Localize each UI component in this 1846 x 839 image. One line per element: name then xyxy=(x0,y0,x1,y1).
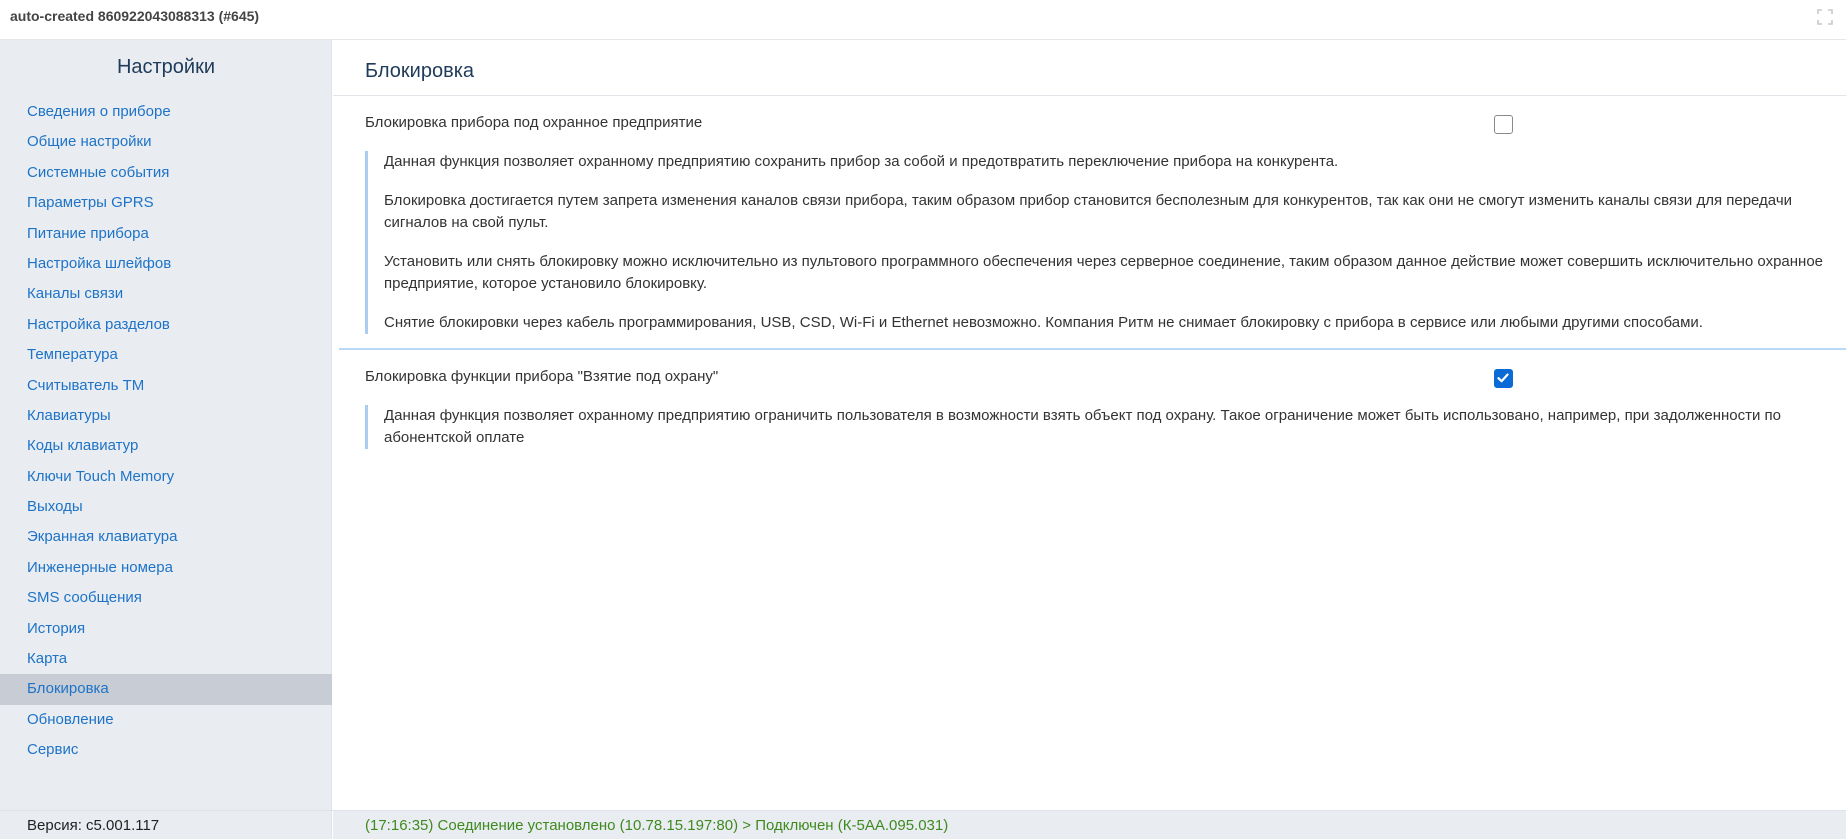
sidebar-title: Настройки xyxy=(116,56,216,78)
sidebar-item-service[interactable]: Сервис xyxy=(0,735,332,765)
device-lock-checkbox[interactable] xyxy=(1494,115,1513,134)
main-panel: Блокировка Блокировка прибора под охранн… xyxy=(333,40,1846,810)
sidebar-item-blocking[interactable]: Блокировка xyxy=(0,674,332,705)
sidebar-item-update[interactable]: Обновление xyxy=(0,705,332,735)
sidebar-item-gprs-parameters[interactable]: Параметры GPRS xyxy=(0,188,332,218)
page-title: Блокировка xyxy=(365,60,475,82)
sidebar-item-screen-keyboard[interactable]: Экранная клавиатура xyxy=(0,522,332,552)
arming-lock-description: Данная функция позволяет охранному предп… xyxy=(365,405,1846,449)
description-paragraph: Установить или снять блокировку можно ис… xyxy=(384,253,1824,292)
sidebar-item-sms-messages[interactable]: SMS сообщения xyxy=(0,583,332,613)
connection-status: (17:16:35) Соединение установлено (10.78… xyxy=(365,817,949,834)
arming-lock-checkbox[interactable] xyxy=(1494,369,1513,388)
status-bar: Версия: c5.001.117 (17:16:35) Соединение… xyxy=(0,810,1846,839)
version-text: Версия: c5.001.117 xyxy=(27,817,160,834)
description-paragraph: Данная функция позволяет охранному предп… xyxy=(384,407,1782,446)
connection-status-area: (17:16:35) Соединение установлено (10.78… xyxy=(333,811,1846,839)
sidebar-item-keyboard-codes[interactable]: Коды клавиатур xyxy=(0,431,332,461)
sidebar-item-history[interactable]: История xyxy=(0,614,332,644)
window-title: auto-created 860922043088313 (#645) xyxy=(10,8,260,24)
checkmark-icon xyxy=(1497,373,1509,383)
sidebar-item-communication-channels[interactable]: Каналы связи xyxy=(0,279,332,309)
sidebar-item-temperature[interactable]: Температура xyxy=(0,340,332,370)
expand-icon[interactable] xyxy=(1816,8,1834,26)
sidebar-item-device-power[interactable]: Питание прибора xyxy=(0,219,332,249)
sidebar-item-engineer-numbers[interactable]: Инженерные номера xyxy=(0,553,332,583)
sidebar-item-device-info[interactable]: Сведения о приборе xyxy=(0,97,332,127)
arming-lock-label: Блокировка функции прибора "Взятие под о… xyxy=(365,368,719,385)
description-paragraph: Данная функция позволяет охранному предп… xyxy=(384,153,1339,170)
settings-sidebar: Настройки Сведения о приборе Общие настр… xyxy=(0,40,332,810)
settings-nav: Сведения о приборе Общие настройки Систе… xyxy=(0,97,332,766)
sidebar-item-map[interactable]: Карта xyxy=(0,644,332,674)
description-paragraph: Снятие блокировки через кабель программи… xyxy=(384,314,1703,331)
sidebar-item-system-events[interactable]: Системные события xyxy=(0,158,332,188)
sidebar-item-keyboards[interactable]: Клавиатуры xyxy=(0,401,332,431)
title-divider xyxy=(333,95,1846,96)
window-titlebar: auto-created 860922043088313 (#645) xyxy=(0,0,1846,40)
device-lock-description: Данная функция позволяет охранному предп… xyxy=(365,151,1846,334)
section-divider xyxy=(339,348,1846,350)
sidebar-item-loop-settings[interactable]: Настройка шлейфов xyxy=(0,249,332,279)
description-paragraph: Блокировка достигается путем запрета изм… xyxy=(384,192,1793,231)
sidebar-item-outputs[interactable]: Выходы xyxy=(0,492,332,522)
sidebar-item-tm-reader[interactable]: Считыватель ТМ xyxy=(0,371,332,401)
device-lock-label: Блокировка прибора под охранное предприя… xyxy=(365,114,703,131)
sidebar-item-touch-memory-keys[interactable]: Ключи Touch Memory xyxy=(0,462,332,492)
sidebar-item-partition-settings[interactable]: Настройка разделов xyxy=(0,310,332,340)
sidebar-item-general-settings[interactable]: Общие настройки xyxy=(0,127,332,157)
version-area: Версия: c5.001.117 xyxy=(0,811,332,839)
